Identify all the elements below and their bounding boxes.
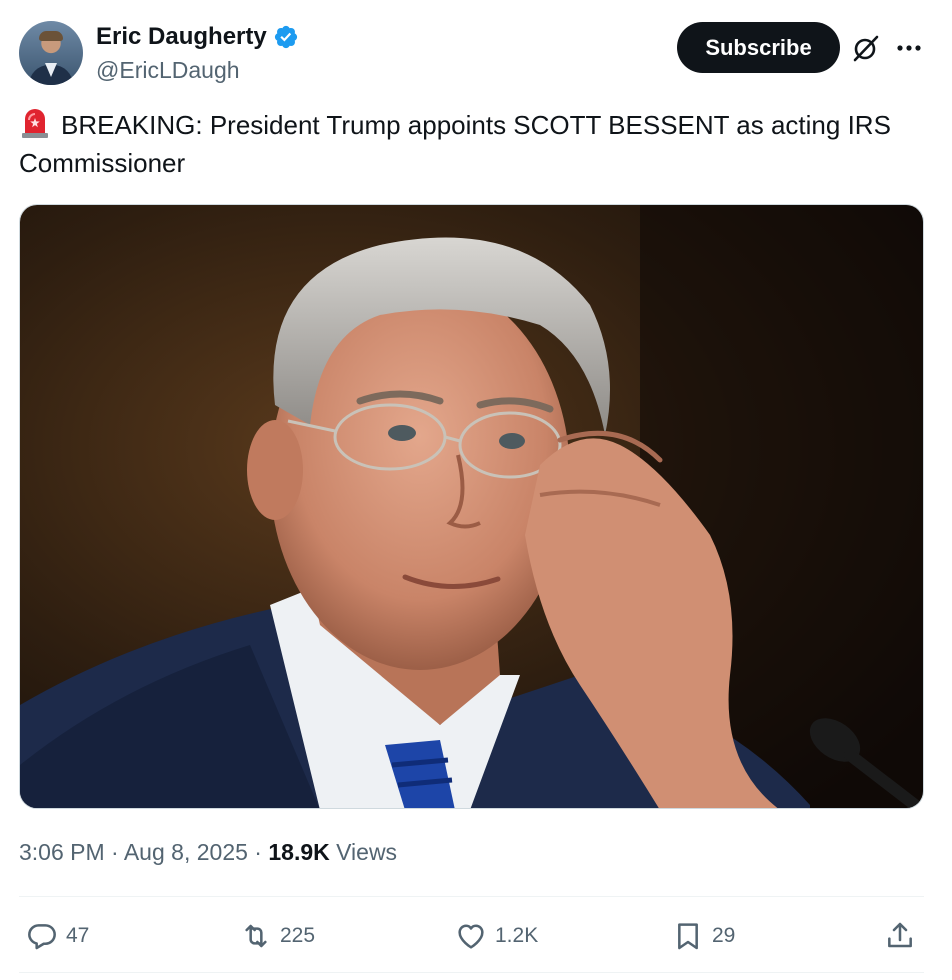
tweet-header: Eric Daugherty @EricLDaugh Subscribe [0, 0, 952, 96]
meta-separator: · [254, 839, 262, 865]
bookmark-icon [678, 923, 698, 950]
divider [19, 972, 924, 973]
repost-button[interactable]: 225 [240, 912, 315, 960]
more-options-icon[interactable] [894, 34, 924, 62]
tweet-text: BREAKING: President Trump appoints SCOTT… [19, 106, 934, 182]
action-bar: 47 225 1.2K 29 [0, 912, 952, 960]
tweet-body-text: BREAKING: President Trump appoints SCOTT… [19, 110, 891, 178]
author-avatar[interactable] [19, 21, 83, 85]
photo-illustration [20, 205, 923, 808]
divider [19, 896, 924, 897]
repost-icon [245, 924, 267, 948]
tweet-date[interactable]: Aug 8, 2025 [124, 839, 248, 865]
like-button[interactable]: 1.2K [455, 912, 538, 960]
bookmark-button[interactable]: 29 [672, 912, 735, 960]
author-handle[interactable]: @EricLDaugh [96, 56, 240, 84]
meta-separator: · [111, 839, 119, 865]
repost-count: 225 [280, 924, 316, 947]
views-label: Views [336, 839, 398, 865]
reply-count: 47 [66, 924, 90, 947]
avatar-hair [39, 31, 63, 41]
reply-button[interactable]: 47 [26, 912, 89, 960]
subscribe-button[interactable]: Subscribe [677, 22, 840, 73]
bookmark-count: 29 [712, 924, 736, 947]
police-siren-emoji [22, 109, 48, 138]
author-display-name[interactable]: Eric Daugherty [96, 22, 267, 52]
heart-icon [458, 924, 484, 949]
tweet-photo[interactable] [19, 204, 924, 809]
author-name-row: Eric Daugherty [96, 22, 299, 52]
share-button[interactable] [884, 912, 916, 960]
tweet-meta: 3:06 PM · Aug 8, 2025 · 18.9K Views [19, 836, 397, 868]
like-count: 1.2K [495, 924, 539, 947]
grok-icon[interactable] [850, 32, 882, 64]
views-count[interactable]: 18.9K [268, 839, 329, 865]
tweet-time[interactable]: 3:06 PM [19, 839, 105, 865]
verified-badge-icon[interactable] [273, 24, 299, 50]
share-icon [888, 922, 912, 948]
reply-icon [28, 924, 56, 950]
